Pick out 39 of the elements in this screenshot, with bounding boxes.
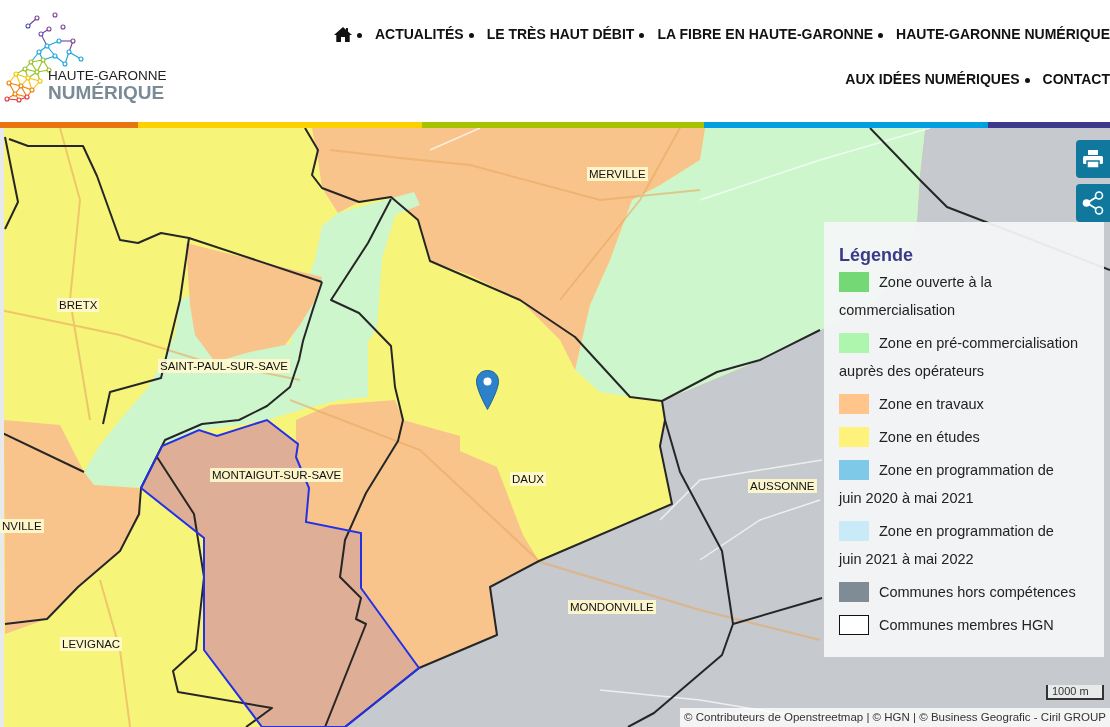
place-label: MERVILLE [587,167,648,181]
bullet-icon [878,32,884,38]
place-label: LEVIGNAC [60,637,123,651]
place-label: NVILLE [0,519,44,533]
share-button[interactable] [1076,184,1110,222]
nav-link[interactable]: AUX IDÉES NUMÉRIQUES [845,70,1020,88]
scale-bar: 1000 m [1046,685,1104,700]
legend-label: Communes hors compétences [879,584,1076,600]
nav-link[interactable]: LA FIBRE EN HAUTE-GARONNE [657,25,874,43]
place-label: DAUX [510,472,546,486]
bullet-icon [1024,77,1030,83]
bullet-icon [639,32,645,38]
map-pin-icon[interactable] [476,370,499,410]
legend-label: Zone en programmation de juin 2021 à mai 2022 [839,523,1054,567]
place-label: MONTAIGUT-SUR-SAVE [210,468,344,482]
place-label: AUSSONNE [748,479,817,493]
nav-link[interactable]: LE TRÈS HAUT DÉBIT [486,25,635,43]
place-label: SAINT-PAUL-SUR-SAVE [158,359,291,373]
legend-label: Zone en pré-commercialisation auprès des opérateurs [839,335,1079,379]
nav-link[interactable]: ACTUALITÉS [374,25,464,43]
bullet-icon [356,32,362,38]
nav-link[interactable]: HAUTE-GARONNE NUMÉRIQUE [896,25,1110,43]
share-icon [1082,191,1104,215]
home-icon[interactable] [333,26,352,42]
legend-label: Zone en études [879,429,980,445]
map-attribution: © Contributeurs de Openstreetmap | © HGN | © Business Geografic - Ciril GROUP [680,708,1110,727]
logo-title: HAUTE-GARONNE [48,69,167,83]
logo-subtitle: NUMÉRIQUE [48,83,166,103]
place-label: MONDONVILLE [568,600,656,614]
legend-label: Zone en travaux [879,396,984,412]
bullet-icon [468,32,474,38]
place-label: BRETX [57,298,100,312]
legend-label: Communes membres HGN [879,617,1054,633]
print-button[interactable] [1076,140,1110,178]
printer-icon [1083,150,1103,168]
legend-label: Zone en programmation de juin 2020 à mai 2021 [839,462,1054,506]
legend-title: Légende [839,244,914,267]
legend-label: Zone ouverte à la commercialisation [839,274,992,318]
nav-link[interactable]: CONTACT [1042,70,1110,88]
